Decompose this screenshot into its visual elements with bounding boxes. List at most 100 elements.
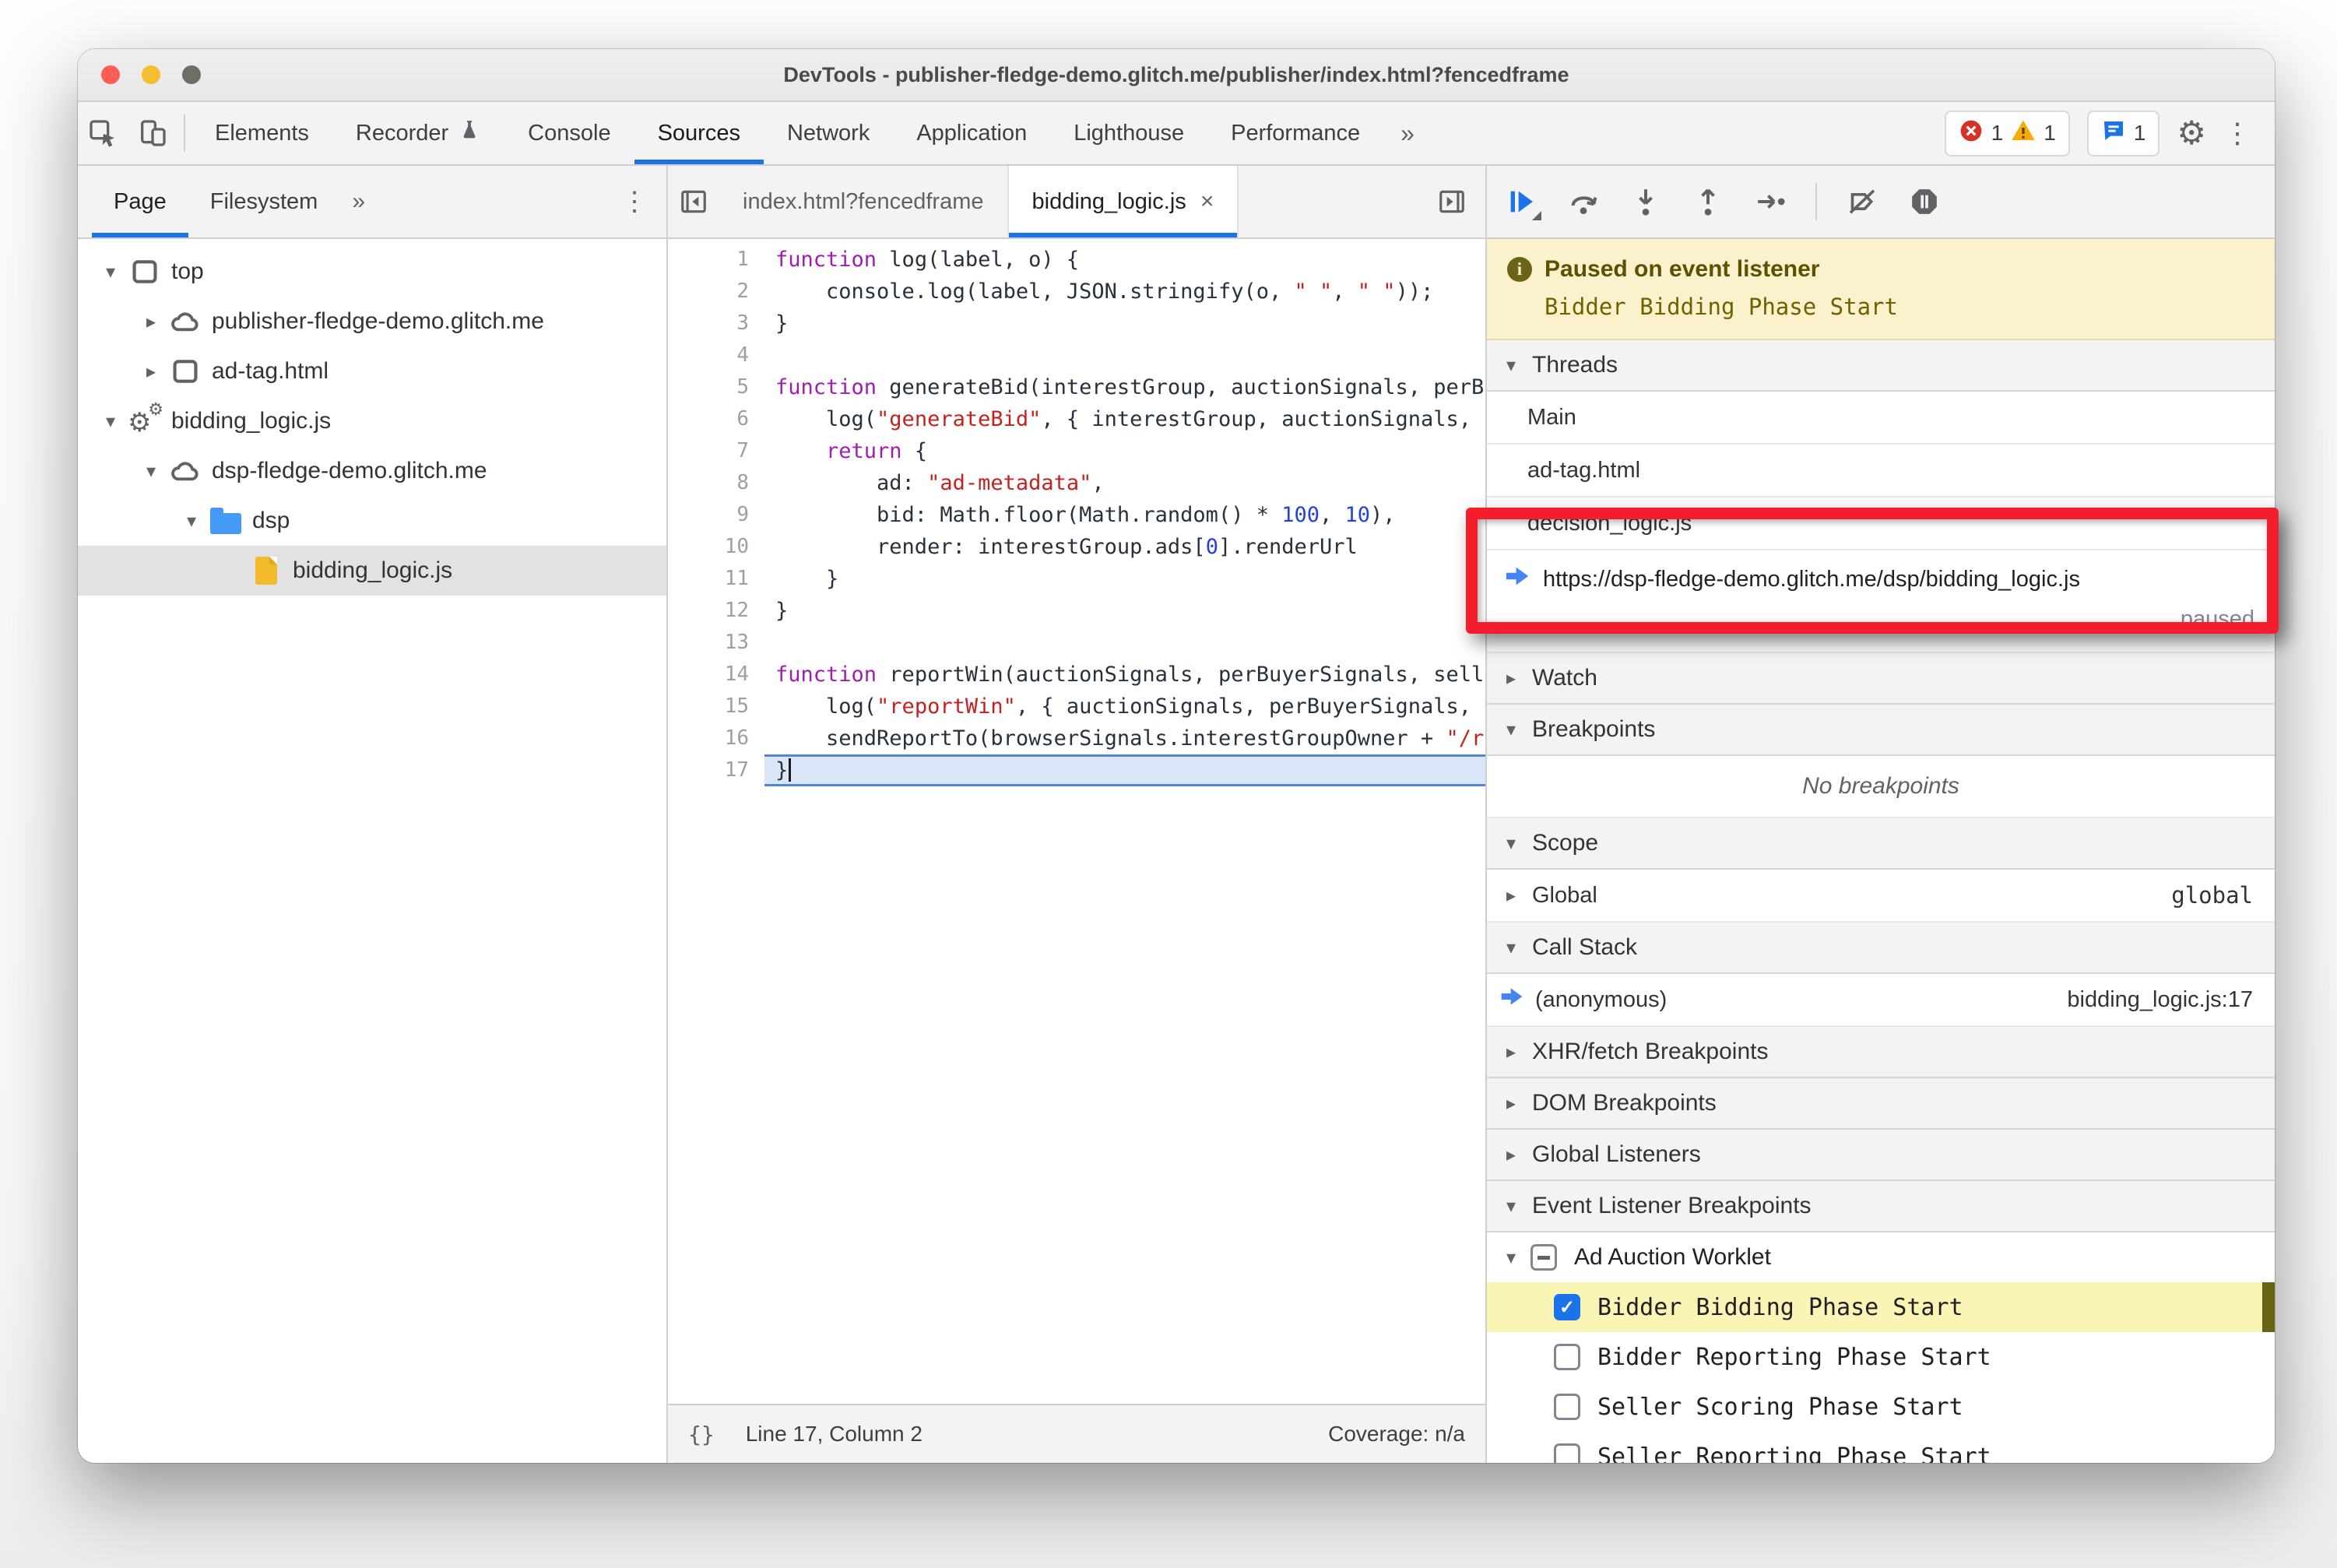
resume-script-button[interactable] (1504, 185, 1541, 220)
breakpoint-checkbox[interactable]: ✓ (1554, 1294, 1580, 1320)
code-text[interactable]: function reportWin(auctionSignals, perBu… (764, 659, 1485, 691)
editor-tab-bidding-logic[interactable]: bidding_logic.js × (1007, 166, 1239, 237)
errors-warnings-badge[interactable]: 1 1 (1944, 110, 2070, 156)
line-number[interactable]: 5 (668, 371, 764, 403)
more-navigator-tabs-button[interactable]: » (339, 166, 378, 237)
code-line-1[interactable]: 1 function log(label, o) { (668, 244, 1485, 276)
section-header-watch[interactable]: ▸ Watch (1487, 653, 2275, 705)
editor-tab-index-html[interactable]: index.html?fencedframe (719, 166, 1007, 237)
disclosure-expanded-icon[interactable]: ▾ (135, 460, 167, 483)
tab-elements[interactable]: Elements (192, 102, 332, 164)
breakpoint-checkbox[interactable] (1554, 1394, 1580, 1420)
code-text[interactable]: ad: "ad-metadata", (764, 467, 1485, 499)
line-number[interactable]: 12 (668, 595, 764, 627)
disclosure-collapsed-icon[interactable]: ▸ (135, 360, 167, 383)
line-number[interactable]: 16 (668, 722, 764, 754)
tree-item-bidding-logic-js[interactable]: bidding_logic.js (78, 546, 666, 596)
tab-network[interactable]: Network (764, 102, 893, 164)
inspect-element-icon[interactable] (78, 102, 128, 164)
breakpoint-checkbox[interactable] (1554, 1344, 1580, 1370)
disclosure-expanded-icon[interactable]: ▾ (176, 510, 207, 533)
code-text[interactable]: log("generateBid", { interestGroup, auct… (764, 403, 1485, 435)
code-text[interactable]: function generateBid(interestGroup, auct… (764, 371, 1485, 403)
tab-filesystem[interactable]: Filesystem (188, 166, 340, 237)
pretty-print-icon[interactable]: {} (688, 1422, 715, 1447)
code-line-13[interactable]: 13 (668, 627, 1485, 659)
tab-console[interactable]: Console (504, 102, 634, 164)
breakpoint-seller-reporting-phase-start[interactable]: Seller Reporting Phase Start (1487, 1432, 2275, 1463)
disclosure-expanded-icon[interactable]: ▾ (95, 410, 126, 433)
navigator-menu-icon[interactable]: ⋮ (621, 166, 666, 237)
code-text[interactable]: } (764, 595, 1485, 627)
code-line-7[interactable]: 7 return { (668, 435, 1485, 467)
line-number[interactable]: 11 (668, 563, 764, 595)
breakpoint-checkbox[interactable] (1554, 1443, 1580, 1463)
tree-item-top[interactable]: ▾ top (78, 247, 666, 297)
section-header-global-listeners[interactable]: ▸ Global Listeners (1487, 1130, 2275, 1181)
thread-row-main[interactable]: Main (1487, 392, 2275, 445)
code-line-5[interactable]: 5 function generateBid(interestGroup, auc… (668, 371, 1485, 403)
code-line-15[interactable]: 15 log("reportWin", { auctionSignals, pe… (668, 691, 1485, 722)
code-line-4[interactable]: 4 (668, 339, 1485, 371)
code-line-2[interactable]: 2 console.log(label, JSON.stringify(o, "… (668, 276, 1485, 308)
code-line-17[interactable]: 17} (668, 754, 1485, 786)
disclosure-collapsed-icon[interactable]: ▸ (135, 311, 167, 333)
disclosure-collapsed-icon[interactable]: ▸ (1499, 884, 1523, 907)
step-over-button[interactable] (1566, 185, 1601, 219)
pause-on-exceptions-button[interactable] (1907, 185, 1942, 219)
tree-item-ad-tag-html[interactable]: ▸ ad-tag.html (78, 346, 666, 396)
line-number[interactable]: 1 (668, 244, 764, 276)
code-text[interactable]: log("reportWin", { auctionSignals, perBu… (764, 691, 1485, 722)
close-window-button[interactable] (101, 65, 120, 84)
disclosure-expanded-icon[interactable]: ▾ (95, 261, 126, 283)
code-text[interactable]: } (764, 563, 1485, 595)
execution-line[interactable]: } (764, 754, 1485, 786)
line-number[interactable]: 4 (668, 339, 764, 371)
step-button[interactable] (1753, 185, 1787, 219)
row-global[interactable]: ▸ Global global (1487, 870, 2275, 923)
section-header-dom-breakpoints[interactable]: ▸ DOM Breakpoints (1487, 1078, 2275, 1130)
issues-badge[interactable]: 1 (2086, 110, 2160, 156)
tab-page[interactable]: Page (92, 166, 188, 237)
line-number[interactable]: 14 (668, 659, 764, 691)
more-panels-button[interactable]: » (1383, 102, 1432, 164)
tab-sources[interactable]: Sources (634, 102, 764, 164)
code-text[interactable]: function log(label, o) { (764, 244, 1485, 276)
code-text[interactable]: sendReportTo(browserSignals.interestGrou… (764, 722, 1485, 754)
code-text[interactable]: render: interestGroup.ads[0].renderUrl (764, 531, 1485, 563)
code-line-9[interactable]: 9 bid: Math.floor(Math.random() * 100, 1… (668, 499, 1485, 531)
step-out-button[interactable] (1691, 185, 1725, 219)
category-checkbox[interactable] (1530, 1244, 1557, 1271)
section-header-breakpoints[interactable]: ▾ Breakpoints (1487, 705, 2275, 756)
line-number[interactable]: 8 (668, 467, 764, 499)
line-number[interactable]: 15 (668, 691, 764, 722)
settings-gear-icon[interactable]: ⚙ (2177, 117, 2206, 149)
devtools-menu-icon[interactable]: ⋮ (2223, 117, 2251, 149)
code-line-16[interactable]: 16 sendReportTo(browserSignals.interestG… (668, 722, 1485, 754)
code-text[interactable] (764, 627, 1485, 659)
minimize-window-button[interactable] (142, 65, 160, 84)
thread-row-ad-tag-html[interactable]: ad-tag.html (1487, 445, 2275, 497)
line-number[interactable]: 13 (668, 627, 764, 659)
section-header-event-listener-breakpoints[interactable]: ▾ Event Listener Breakpoints (1487, 1181, 2275, 1232)
code-line-11[interactable]: 11 } (668, 563, 1485, 595)
tree-item-dsp[interactable]: ▾ dsp (78, 496, 666, 546)
open-debugger-pane-icon[interactable] (1426, 187, 1478, 216)
disclosure-expanded-icon[interactable]: ▾ (1499, 1246, 1523, 1269)
tree-item-bidding-logic-js[interactable]: ▾ ⚙ ⚙ bidding_logic.js (78, 396, 666, 446)
toggle-device-toolbar-icon[interactable] (128, 102, 177, 164)
collapse-navigator-icon[interactable] (668, 166, 719, 237)
tab-application[interactable]: Application (893, 102, 1050, 164)
section-header-scope[interactable]: ▾ Scope (1487, 818, 2275, 870)
zoom-window-button[interactable] (182, 65, 201, 84)
code-line-8[interactable]: 8 ad: "ad-metadata", (668, 467, 1485, 499)
code-line-6[interactable]: 6 log("generateBid", { interestGroup, au… (668, 403, 1485, 435)
line-number[interactable]: 7 (668, 435, 764, 467)
line-number[interactable]: 6 (668, 403, 764, 435)
row-anonymous[interactable]: (anonymous) bidding_logic.js:17 (1487, 974, 2275, 1027)
tab-recorder[interactable]: Recorder (332, 102, 504, 164)
breakpoint-seller-scoring-phase-start[interactable]: Seller Scoring Phase Start (1487, 1382, 2275, 1432)
deactivate-breakpoints-button[interactable] (1845, 185, 1879, 219)
breakpoint-bidder-reporting-phase-start[interactable]: Bidder Reporting Phase Start (1487, 1332, 2275, 1382)
code-text[interactable] (764, 339, 1485, 371)
